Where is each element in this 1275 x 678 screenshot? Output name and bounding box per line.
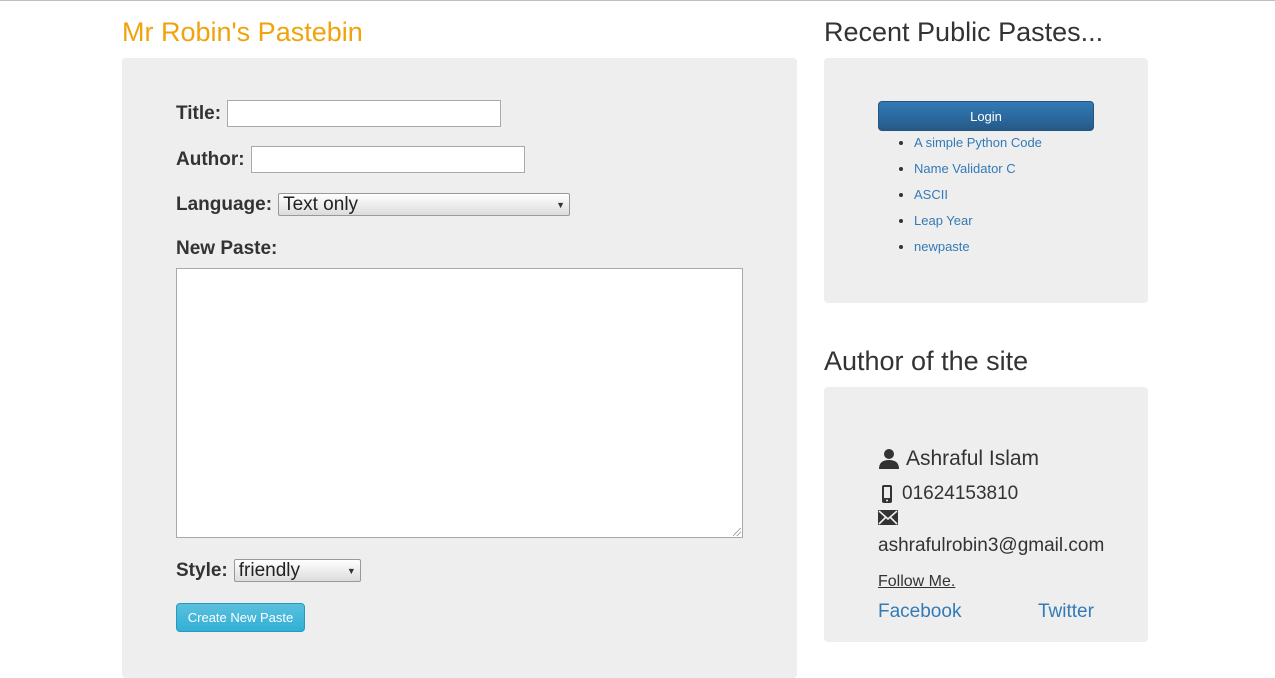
author-email-icon-line [878, 509, 904, 526]
login-button[interactable]: Login [878, 101, 1094, 131]
author-name-line: Ashraful Islam [878, 447, 1039, 471]
author-input[interactable] [250, 146, 525, 173]
author-panel: Ashraful Islam 01624153810 ashrafulrobin… [824, 387, 1148, 642]
recent-pastes-heading: Recent Public Pastes... [824, 17, 1104, 47]
list-item[interactable]: Leap Year [914, 208, 1042, 234]
author-email-line: ashrafulrobin3@gmail.com [878, 535, 1104, 557]
chevron-down-icon: ▼ [556, 199, 566, 210]
paste-link[interactable]: newpaste [914, 239, 970, 254]
language-selected-value: Text only [283, 193, 359, 215]
style-label: Style: [176, 559, 228, 581]
chevron-down-icon: ▼ [346, 565, 356, 576]
author-row: Author: [176, 146, 525, 173]
site-title: Mr Robin's Pastebin [122, 17, 363, 47]
paste-link[interactable]: Leap Year [914, 213, 973, 228]
style-selected-value: friendly [238, 559, 300, 581]
author-heading: Author of the site [824, 346, 1029, 376]
recent-paste-list: A simple Python Code Name Validator C AS… [878, 130, 1042, 260]
paste-form-panel: Title: Author: Language: Text only ▼ New… [122, 58, 797, 678]
style-select[interactable]: friendly ▼ [233, 559, 361, 582]
author-name: Ashraful Islam [906, 447, 1040, 470]
paste-link[interactable]: Name Validator C [914, 161, 1016, 176]
author-email: ashrafulrobin3@gmail.com [878, 535, 1105, 556]
list-item[interactable]: newpaste [914, 234, 1042, 260]
title-label: Title: [176, 102, 222, 124]
title-input[interactable] [227, 100, 502, 127]
twitter-link[interactable]: Twitter [1038, 601, 1094, 623]
facebook-link[interactable]: Facebook [878, 601, 961, 623]
author-phone: 01624153810 [902, 483, 1019, 504]
new-paste-label: New Paste: [176, 238, 278, 259]
follow-label: Follow Me. [878, 573, 956, 590]
language-label: Language: [176, 193, 273, 215]
language-row: Language: Text only ▼ [176, 193, 571, 216]
author-phone-line: 01624153810 [878, 483, 1018, 505]
recent-pastes-panel: Login A simple Python Code Name Validato… [824, 58, 1148, 303]
paste-link[interactable]: A simple Python Code [914, 135, 1042, 150]
title-row: Title: [176, 100, 502, 127]
new-paste-row: New Paste: [176, 238, 283, 260]
author-label: Author: [176, 148, 245, 170]
create-paste-button[interactable]: Create New Paste [176, 603, 305, 632]
list-item[interactable]: A simple Python Code [914, 130, 1042, 156]
resize-handle-icon[interactable] [733, 528, 741, 536]
language-select[interactable]: Text only ▼ [278, 193, 571, 216]
style-row: Style: friendly ▼ [176, 559, 361, 582]
paste-textarea[interactable] [176, 268, 743, 538]
mobile-phone-icon [882, 485, 892, 503]
list-item[interactable]: Name Validator C [914, 156, 1042, 182]
envelope-icon [878, 510, 898, 525]
list-item[interactable]: ASCII [914, 182, 1042, 208]
user-icon [879, 449, 899, 469]
paste-link[interactable]: ASCII [914, 187, 948, 202]
